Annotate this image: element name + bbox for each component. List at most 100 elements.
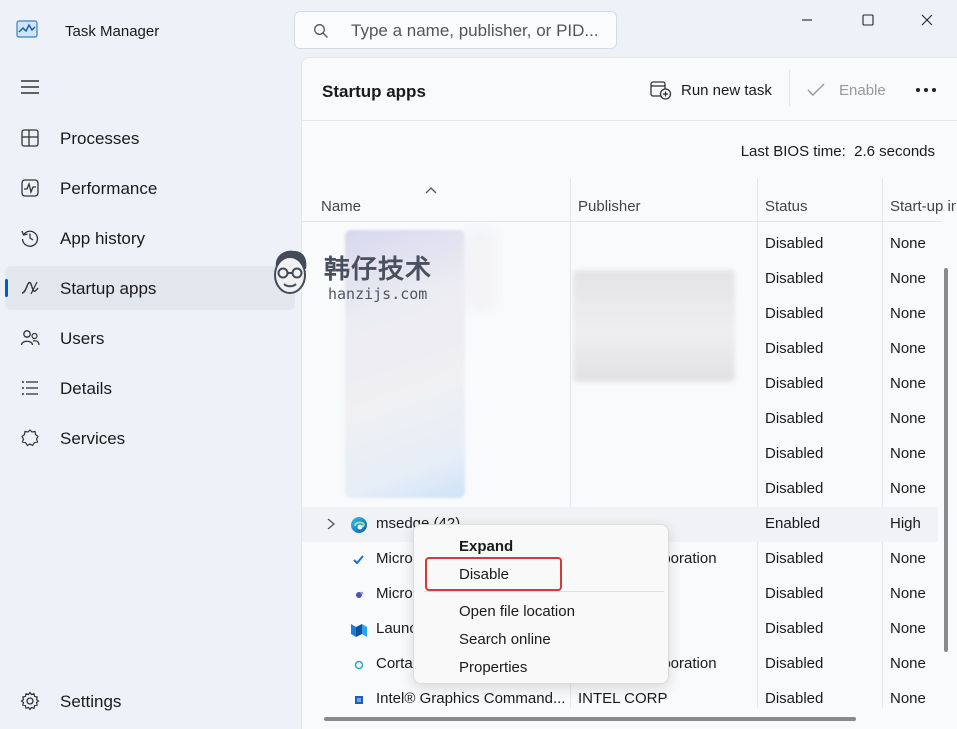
- column-header-publisher[interactable]: Publisher: [578, 198, 641, 215]
- app-title: Task Manager: [65, 23, 160, 40]
- sidebar-item-processes[interactable]: Processes: [5, 116, 295, 160]
- hamburger-menu-icon[interactable]: [20, 80, 40, 94]
- redacted-publishers: [573, 270, 735, 382]
- menu-item-expand[interactable]: Expand: [459, 538, 513, 555]
- search-box[interactable]: [294, 11, 617, 49]
- watermark-logo-icon: [274, 250, 307, 294]
- watermark: 韩仔技术 hanzijs.com: [268, 245, 458, 307]
- sidebar-item-label: Settings: [60, 692, 122, 711]
- row-impact: None: [890, 305, 926, 322]
- row-impact: None: [890, 620, 926, 637]
- column-header-status[interactable]: Status: [765, 198, 808, 215]
- row-impact: None: [890, 410, 926, 427]
- sidebar-item-startup-apps[interactable]: Startup apps: [5, 266, 295, 310]
- sidebar-item-label: Processes: [60, 129, 140, 148]
- active-indicator: [5, 279, 8, 297]
- redacted-app-names: [465, 230, 495, 310]
- menu-item-search-online[interactable]: Search online: [459, 631, 551, 648]
- row-impact: None: [890, 340, 926, 357]
- watermark-text-en: hanzijs.com: [328, 285, 428, 303]
- sidebar-item-label: App history: [60, 229, 146, 248]
- search-input[interactable]: [351, 20, 606, 42]
- services-icon: [21, 429, 39, 447]
- row-impact: None: [890, 375, 926, 392]
- row-impact: None: [890, 235, 926, 252]
- page-title: Startup apps: [322, 82, 426, 101]
- row-status: Disabled: [765, 550, 824, 567]
- microsoft-app-icon: [356, 591, 364, 598]
- cortana-icon: [354, 660, 364, 670]
- row-status: Enabled: [765, 515, 821, 532]
- column-header-startup-impact[interactable]: Start-up in: [890, 198, 956, 215]
- title-bar: Task Manager: [0, 0, 957, 60]
- sidebar-item-users[interactable]: Users: [5, 316, 295, 360]
- row-impact: None: [890, 270, 926, 287]
- row-impact: None: [890, 445, 926, 462]
- launcher-icon: [351, 624, 367, 637]
- horizontal-scrollbar[interactable]: [324, 717, 856, 721]
- processes-icon: [21, 129, 39, 147]
- context-menu: Expand Disable Open file location Search…: [413, 524, 669, 684]
- bios-label: Last BIOS time:: [740, 143, 846, 160]
- sidebar-item-settings[interactable]: Settings: [5, 679, 295, 723]
- gear-icon: [20, 691, 40, 711]
- row-impact: None: [890, 655, 926, 672]
- menu-separator: [424, 591, 664, 592]
- sidebar-item-label: Performance: [60, 179, 158, 198]
- close-button[interactable]: [904, 6, 950, 34]
- menu-item-properties[interactable]: Properties: [459, 659, 527, 676]
- microsoft-app-icon: [353, 555, 364, 565]
- run-new-task-label: Run new task: [681, 81, 772, 99]
- row-status: Disabled: [765, 480, 824, 497]
- bios-value: 2.6 seconds: [854, 143, 935, 160]
- enable-button[interactable]: Enable: [807, 76, 886, 104]
- column-header-divider: [302, 221, 942, 222]
- watermark-text-cn: 韩仔技术: [324, 255, 433, 285]
- row-status: Disabled: [765, 340, 824, 357]
- vertical-scrollbar[interactable]: [944, 268, 948, 652]
- more-options-button[interactable]: [915, 76, 937, 104]
- intel-graphics-icon: [355, 696, 363, 704]
- toolbar-separator: [789, 70, 790, 106]
- edge-icon: [351, 517, 367, 533]
- row-impact: None: [890, 690, 926, 707]
- row-name: Intel® Graphics Command...: [376, 690, 566, 707]
- sidebar-item-services[interactable]: Services: [5, 416, 295, 460]
- row-status: Disabled: [765, 690, 824, 707]
- task-manager-icon: [16, 20, 38, 38]
- table-row[interactable]: Intel® Graphics Command... INTEL CORP Di…: [302, 682, 938, 717]
- row-publisher: INTEL CORP: [578, 690, 668, 707]
- sidebar: Processes Performance App history Startu…: [0, 60, 300, 729]
- sidebar-item-details[interactable]: Details: [5, 366, 295, 410]
- row-impact: None: [890, 585, 926, 602]
- maximize-button[interactable]: [845, 6, 891, 34]
- search-icon: [314, 24, 328, 38]
- startup-icon: [21, 281, 39, 295]
- sidebar-item-label: Services: [60, 429, 126, 448]
- row-status: Disabled: [765, 270, 824, 287]
- users-icon: [20, 330, 40, 346]
- bios-time: Last BIOS time: 2.6 seconds: [741, 143, 935, 160]
- column-header-name[interactable]: Name: [321, 198, 361, 215]
- row-status: Disabled: [765, 410, 824, 427]
- header-divider: [302, 120, 957, 121]
- run-task-icon: [650, 81, 672, 100]
- details-icon: [22, 381, 38, 395]
- row-status: Disabled: [765, 620, 824, 637]
- chevron-right-icon[interactable]: [326, 518, 336, 530]
- row-status: Disabled: [765, 445, 824, 462]
- minimize-button[interactable]: [784, 6, 830, 34]
- menu-item-open-file-location[interactable]: Open file location: [459, 603, 575, 620]
- row-status: Disabled: [765, 655, 824, 672]
- history-icon: [21, 230, 39, 247]
- minimize-icon: [802, 19, 812, 21]
- run-new-task-button[interactable]: Run new task: [650, 76, 772, 104]
- sidebar-item-performance[interactable]: Performance: [5, 166, 295, 210]
- sort-ascending-icon[interactable]: [425, 186, 437, 194]
- sidebar-item-app-history[interactable]: App history: [5, 216, 295, 260]
- row-impact: High: [890, 515, 921, 532]
- row-status: Disabled: [765, 235, 824, 252]
- sidebar-item-label: Startup apps: [60, 279, 157, 298]
- enable-label: Enable: [839, 81, 886, 99]
- more-icon: [916, 88, 936, 92]
